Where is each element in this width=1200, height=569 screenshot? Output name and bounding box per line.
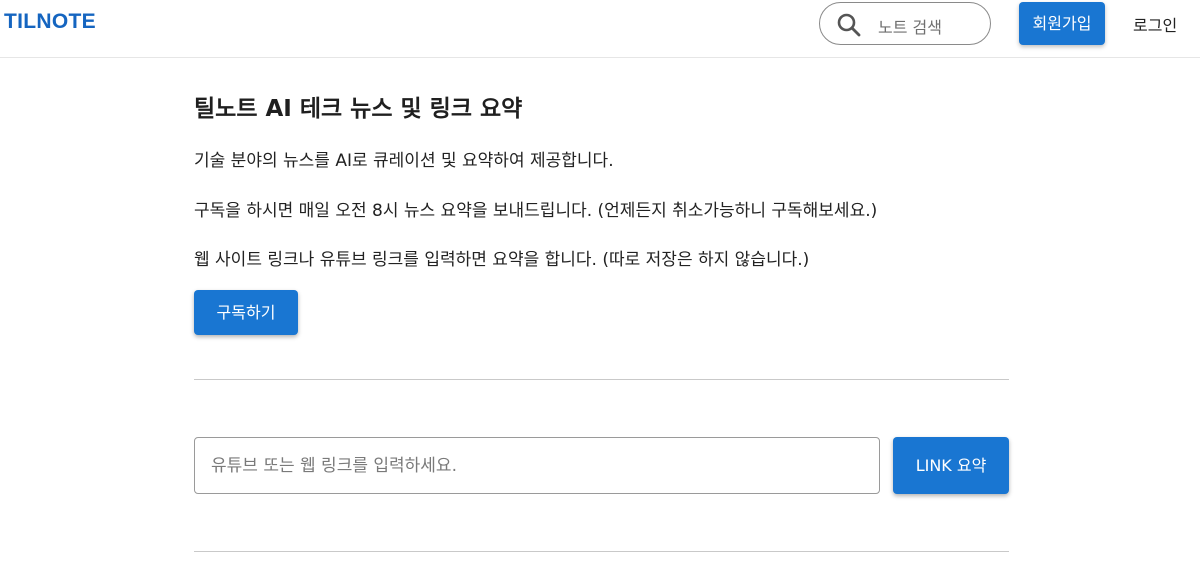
top-header: TILNOTE 노트 검색 회원가입 로그인: [0, 0, 1200, 58]
divider: [194, 379, 1009, 380]
signup-button[interactable]: 회원가입: [1019, 2, 1105, 45]
logo[interactable]: TILNOTE: [4, 10, 96, 34]
description-line-2: 구독을 하시면 매일 오전 8시 뉴스 요약을 보내드립니다. (언제든지 취소…: [194, 201, 878, 221]
search-icon: [837, 13, 861, 37]
link-summarize-button[interactable]: LINK 요약: [893, 437, 1009, 494]
search-placeholder: 노트 검색: [878, 18, 942, 37]
page-title: 틸노트 AI 테크 뉴스 및 링크 요약: [194, 96, 523, 122]
subscribe-button[interactable]: 구독하기: [194, 290, 298, 335]
login-link[interactable]: 로그인: [1133, 12, 1177, 36]
link-input[interactable]: [194, 437, 880, 494]
search-box[interactable]: 노트 검색: [819, 2, 991, 45]
description-line-1: 기술 분야의 뉴스를 AI로 큐레이션 및 요약하여 제공합니다.: [194, 151, 614, 171]
divider-bottom: [194, 551, 1009, 552]
description-line-3: 웹 사이트 링크나 유튜브 링크를 입력하면 요약을 합니다. (따로 저장은 …: [194, 250, 810, 270]
